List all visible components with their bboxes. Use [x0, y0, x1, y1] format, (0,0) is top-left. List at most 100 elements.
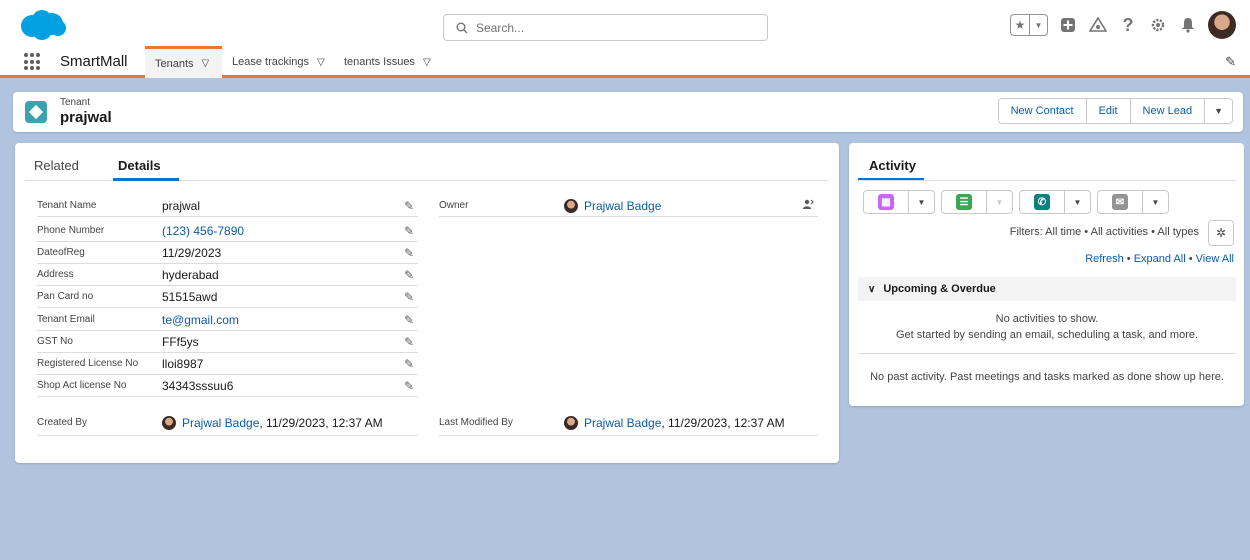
owner-field-row: Owner Prajwal Badge — [439, 195, 818, 217]
filter-settings-gear-icon[interactable]: ✲ — [1208, 220, 1234, 246]
record-action-buttons: New Contact Edit New Lead ▼ — [997, 98, 1233, 124]
tab-activity[interactable]: Activity — [869, 158, 916, 173]
user-avatar[interactable] — [1208, 11, 1236, 39]
activity-composer-buttons: ▦ ▼ ☰ ▼ ✆ ▼ ✉ ▼ — [863, 190, 1169, 214]
log-call-dropdown-icon[interactable]: ▼ — [1064, 191, 1090, 213]
nav-tab-tenants-issues[interactable]: tenants Issues ▽ — [334, 46, 441, 78]
field-row: GST No FFf5ys ✎ — [37, 331, 418, 353]
app-navigation-bar: SmartMall Tenants ▽ Lease trackings ▽ te… — [0, 46, 1250, 78]
chevron-down-icon[interactable]: ▽ — [202, 58, 210, 69]
tab-divider — [858, 180, 1236, 181]
last-modified-by-date: , 11/29/2023, 12:37 AM — [661, 415, 785, 430]
field-row: Phone Number (123) 456-7890 ✎ — [37, 220, 418, 242]
field-value: hyderabad — [162, 267, 219, 282]
field-value: 51515awd — [162, 289, 218, 304]
salesforce-cloud-logo[interactable] — [18, 8, 66, 42]
edit-pencil-icon[interactable]: ✎ — [404, 224, 414, 238]
field-label: Address — [37, 269, 74, 280]
new-event-button-group: ▦ ▼ — [863, 190, 935, 214]
last-modified-by-row: Last Modified By Prajwal Badge , 11/29/2… — [439, 410, 818, 436]
edit-pencil-icon[interactable]: ✎ — [404, 246, 414, 260]
edit-pencil-icon[interactable]: ✎ — [404, 335, 414, 349]
email-dropdown-icon[interactable]: ▼ — [1142, 191, 1168, 213]
created-by-date: , 11/29/2023, 12:37 AM — [259, 415, 383, 430]
help-icon[interactable]: ? — [1118, 15, 1138, 35]
created-by-value: Prajwal Badge , 11/29/2023, 12:37 AM — [162, 415, 383, 430]
field-value[interactable]: te@gmail.com — [162, 313, 239, 327]
field-label: Pan Card no — [37, 291, 94, 302]
edit-pencil-icon[interactable]: ✎ — [404, 357, 414, 371]
favorites-dropdown-icon[interactable]: ▼ — [1029, 15, 1047, 35]
details-card: Related Details Tenant Name prajwal ✎ Phone… — [15, 143, 839, 463]
favorites-star-icon[interactable]: ★ — [1011, 15, 1029, 35]
new-lead-button[interactable]: New Lead — [1130, 99, 1206, 123]
owner-name: Prajwal Badge — [584, 198, 662, 213]
field-label: Created By — [37, 417, 88, 428]
field-value: prajwal — [162, 198, 201, 213]
activity-links: Refresh • Expand All • View All — [1085, 253, 1234, 265]
field-row: DateofReg 11/29/2023 ✎ — [37, 242, 418, 264]
activity-filters-text: Filters: All time • All activities • All… — [1009, 226, 1199, 238]
nav-tab-lease-trackings[interactable]: Lease trackings ▽ — [222, 46, 335, 78]
new-event-dropdown-icon[interactable]: ▼ — [908, 191, 934, 213]
tab-details[interactable]: Details — [118, 158, 161, 173]
change-owner-icon[interactable] — [802, 198, 814, 213]
field-label: DateofReg — [37, 247, 85, 258]
edit-pencil-icon[interactable]: ✎ — [404, 199, 414, 213]
last-modified-by-user-link[interactable]: Prajwal Badge — [584, 416, 661, 430]
upcoming-overdue-section-header[interactable]: ∨ Upcoming & Overdue — [858, 277, 1236, 301]
new-task-button[interactable]: ☰ — [942, 191, 986, 213]
no-past-activity-text: No past activity. Past meetings and task… — [870, 371, 1224, 383]
edit-pencil-icon[interactable]: ✎ — [404, 268, 414, 282]
chevron-down-icon[interactable]: ▽ — [317, 57, 325, 68]
field-value[interactable]: (123) 456-7890 — [162, 224, 244, 238]
expand-all-link[interactable]: Expand All — [1134, 253, 1186, 265]
tenant-object-icon — [25, 101, 47, 123]
get-started-text: Get started by sending an email, schedul… — [895, 329, 1199, 341]
field-row: Tenant Email te@gmail.com ✎ — [37, 309, 418, 331]
edit-nav-pencil-icon[interactable]: ✎ — [1225, 54, 1236, 70]
record-header: Tenant prajwal New Contact Edit New Lead… — [13, 92, 1243, 132]
new-task-dropdown-icon[interactable]: ▼ — [986, 191, 1012, 213]
record-name: prajwal — [60, 109, 112, 126]
field-label: Last Modified By — [439, 417, 513, 428]
new-contact-button[interactable]: New Contact — [998, 99, 1087, 123]
log-call-button[interactable]: ✆ — [1020, 191, 1064, 213]
created-by-user-link[interactable]: Prajwal Badge — [182, 416, 259, 430]
owner-link[interactable]: Prajwal Badge — [564, 198, 662, 213]
global-add-icon[interactable] — [1058, 15, 1078, 35]
field-row: Registered License No lloi8987 ✎ — [37, 353, 418, 375]
setup-gear-icon[interactable] — [1148, 15, 1168, 35]
email-button[interactable]: ✉ — [1098, 191, 1142, 213]
refresh-link[interactable]: Refresh — [1085, 253, 1124, 265]
edit-pencil-icon[interactable]: ✎ — [404, 290, 414, 304]
log-call-button-group: ✆ ▼ — [1019, 190, 1091, 214]
global-search-input[interactable]: Search... — [443, 14, 768, 41]
trailhead-icon[interactable] — [1088, 15, 1108, 35]
new-event-button[interactable]: ▦ — [864, 191, 908, 213]
section-divider — [858, 353, 1236, 354]
last-modified-by-avatar — [564, 415, 578, 430]
field-label: Shop Act license No — [37, 380, 127, 391]
active-tab-indicator — [113, 178, 179, 181]
edit-button[interactable]: Edit — [1086, 99, 1131, 123]
nav-tab-label: tenants Issues — [344, 56, 415, 68]
more-actions-dropdown-icon[interactable]: ▼ — [1205, 99, 1232, 123]
edit-pencil-icon[interactable]: ✎ — [404, 313, 414, 327]
field-row: Shop Act license No 34343sssuu6 ✎ — [37, 375, 418, 397]
view-all-link[interactable]: View All — [1196, 253, 1234, 265]
field-label: Tenant Email — [37, 314, 95, 325]
chevron-down-icon: ∨ — [868, 283, 876, 295]
chevron-down-icon[interactable]: ▽ — [423, 57, 431, 68]
last-modified-by-value: Prajwal Badge , 11/29/2023, 12:37 AM — [564, 415, 785, 430]
field-row: Address hyderabad ✎ — [37, 264, 418, 286]
new-task-button-group: ☰ ▼ — [941, 190, 1013, 214]
field-row: Tenant Name prajwal ✎ — [37, 195, 418, 217]
no-activities-text: No activities to show. — [995, 313, 1099, 325]
tab-related[interactable]: Related — [34, 158, 79, 173]
app-launcher-icon[interactable] — [24, 53, 42, 71]
notifications-bell-icon[interactable] — [1178, 15, 1198, 35]
nav-tab-tenants[interactable]: Tenants ▽ — [145, 46, 222, 78]
no-activities-message: No activities to show. Get started by se… — [858, 311, 1236, 343]
edit-pencil-icon[interactable]: ✎ — [404, 379, 414, 393]
